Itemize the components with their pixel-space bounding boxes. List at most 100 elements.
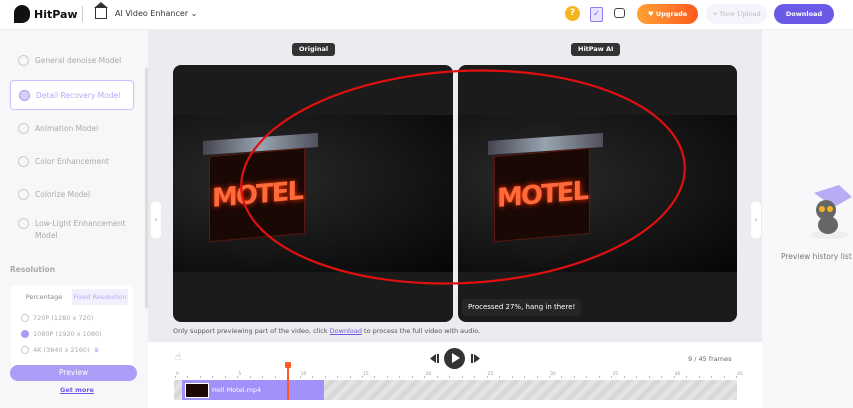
model-label: Color Enhancement [35,156,109,166]
option-label: 720P (1280 x 720) [33,314,94,322]
product-label: AI Video Enhancer [115,9,189,18]
ruler-tick [474,376,476,378]
collapse-sidebar-button[interactable]: ‹ [151,202,161,238]
ruler-tick [623,376,625,378]
model-colorize[interactable]: Colorize Model [10,180,134,208]
note-text: Only support previewing part of the vide… [173,327,330,335]
ruler-tick [573,376,575,378]
model-animation[interactable]: Animation Model [10,114,134,142]
zoom-fit-icon[interactable]: ☝ [175,352,181,363]
ruler-tick [636,376,638,378]
history-empty-text: Preview history list is [781,252,853,261]
ruler-tick [349,376,351,378]
enhanced-video: MOTEL [458,65,737,322]
resolution-title: Resolution [10,265,56,274]
ruler-tick [411,376,413,378]
ruler-tick [324,376,326,378]
play-button[interactable] [444,348,465,369]
download-button[interactable]: Download [774,4,834,24]
new-upload-button[interactable]: + New Upload [706,4,767,24]
home-icon[interactable] [94,2,108,19]
upgrade-button[interactable]: ♥ Upgrade [637,4,698,24]
tab-fixed-resolution[interactable]: Fixed Resolution [72,289,128,305]
ruler-label: 0 [176,372,179,377]
ruler-label: 25 [487,372,494,377]
ruler-tick [212,376,214,378]
next-frame-icon[interactable] [471,354,480,363]
playhead[interactable] [285,362,292,400]
moon-icon [18,218,29,229]
task-list-icon[interactable]: ✓ [590,7,603,22]
ruler-tick [561,376,563,378]
tab-percentage[interactable]: Percentage [16,289,72,305]
ruler-label: 20 [425,372,432,377]
ruler-label: 15 [363,372,369,377]
previous-frame-icon[interactable] [430,354,439,363]
crown-icon: ♛ [93,346,100,354]
chevron-down-icon: ⌄ [190,9,198,18]
model-low-light[interactable]: Low-Light Enhancement Model [10,218,134,252]
sun-icon [18,155,29,167]
ruler-tick [449,376,451,378]
ruler-tick [723,376,725,378]
video-frame: MOTEL [458,115,737,272]
get-more-link[interactable]: Get more [60,386,94,394]
motel-sign: MOTEL [209,147,305,243]
ruler-tick [461,376,463,378]
ruler-label: 45 [737,372,743,377]
model-color-enhancement[interactable]: Color Enhancement [10,147,134,175]
ruler-tick [386,376,388,378]
preview-button[interactable]: Preview [10,365,137,381]
ruler-tick [262,376,264,378]
radio-icon [21,314,29,322]
radio-icon [21,346,29,354]
ruler-tick [436,376,438,378]
original-video: MOTEL [173,65,453,322]
ruler-tick [274,376,276,378]
option-4k[interactable]: 4K (3840 x 2160) ♛ [21,346,99,354]
option-label: 1080P (1920 x 1080) [33,330,102,338]
option-720p[interactable]: 720P (1280 x 720) [21,314,93,322]
model-general-denoise[interactable]: General denoise Model [10,46,134,74]
option-label: 4K (3840 x 2160) [33,346,90,354]
feedback-icon[interactable] [614,8,625,18]
product-dropdown[interactable]: AI Video Enhancer ⌄ [115,9,197,18]
model-label: Low-Light Enhancement Model [35,219,126,240]
model-detail-recovery[interactable]: Detail Recovery Model [10,80,134,110]
ruler-tick [312,376,314,378]
note-text: to process the full video with audio. [361,327,481,335]
download-link[interactable]: Download [330,327,362,335]
clip-name: Hell Motel.mp4 [212,386,262,394]
frame-counter: 9 / 45 frames [688,355,732,363]
brand-name: HitPaw [34,8,78,21]
denoise-icon [18,54,29,66]
ruler-tick [536,376,538,378]
video-frame: MOTEL [173,115,453,272]
model-label: Colorize Model [35,189,91,199]
ruler-label: 30 [550,372,556,377]
model-label: Animation Model [35,123,99,133]
clip-thumbnail [185,383,209,398]
ruler-tick [698,376,700,378]
ruler-tick [499,376,501,378]
ruler-tick [249,376,251,378]
ruler-tick [661,376,663,378]
ruler-tick [399,376,401,378]
resolution-box: Percentage Fixed Resolution 720P (1280 x… [11,285,133,375]
ruler-label: 10 [300,372,307,377]
ruler-tick [187,376,189,378]
help-icon[interactable]: ? [565,6,580,21]
option-1080p[interactable]: 1080P (1920 x 1080) [21,330,102,338]
ruler-tick [524,376,526,378]
model-label: Detail Recovery Model [36,90,121,100]
ruler-tick [686,376,688,378]
palette-icon [18,188,29,200]
model-label: General denoise Model [35,55,122,65]
history-panel [762,30,853,408]
ruler-tick [224,376,226,378]
ruler-tick [337,376,339,378]
ruler-tick [511,376,513,378]
hitpaw-ai-label: HitPaw AI [571,43,621,56]
diamond-icon: ♥ [647,10,656,18]
expand-history-button[interactable]: › [751,202,761,238]
